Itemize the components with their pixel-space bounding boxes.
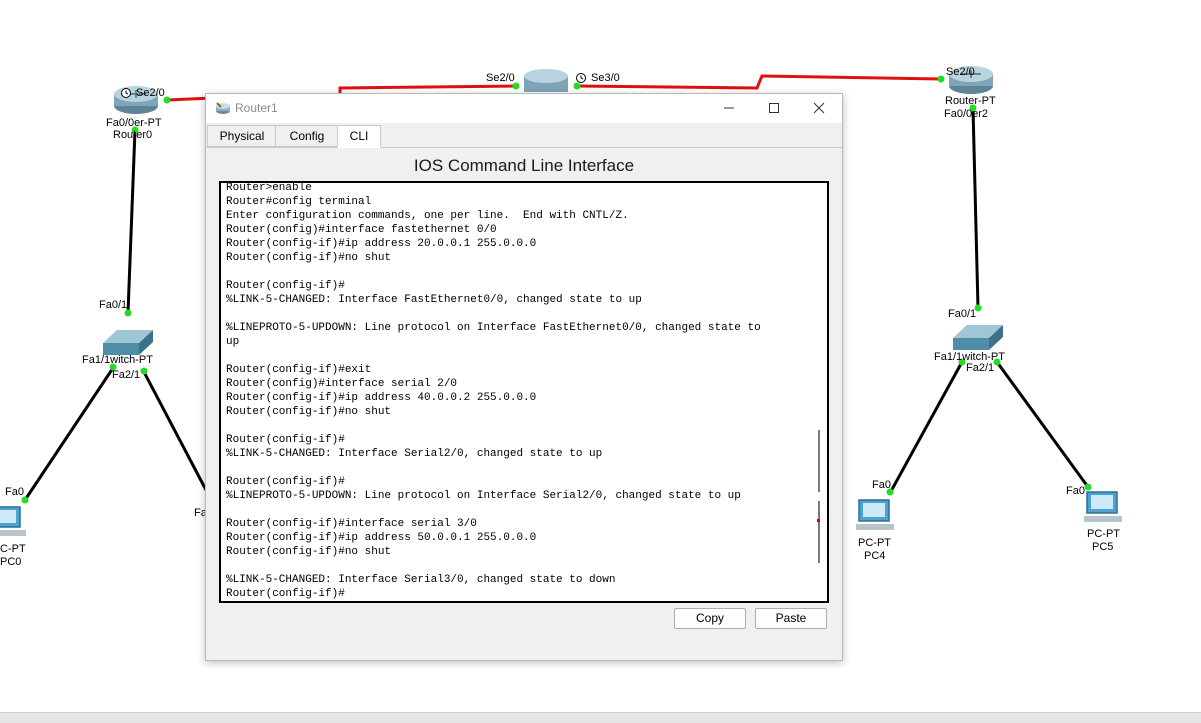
cli-line: %LINK-5-CHANGED: Interface FastEthernet0… bbox=[226, 294, 642, 306]
maximize-icon bbox=[768, 101, 780, 117]
cli-line: %LINEPROTO-5-UPDOWN: Line protocol on In… bbox=[226, 322, 761, 334]
cli-line: Router(config-if)# bbox=[226, 280, 345, 292]
ethernet-link-switch0-pc0[interactable] bbox=[23, 367, 115, 501]
cli-line: Router(config-if)# bbox=[226, 476, 345, 488]
ethernet-link-router2-switch1[interactable] bbox=[971, 107, 980, 309]
copy-button[interactable]: Copy bbox=[674, 608, 746, 629]
status-bar bbox=[0, 712, 1201, 723]
switch1-icon[interactable] bbox=[953, 325, 1003, 350]
device-type-label: PC-PT bbox=[858, 537, 891, 549]
tab-bar: Physical Config CLI bbox=[206, 125, 842, 148]
cli-line: Router(config)#interface fastethernet 0/… bbox=[226, 224, 497, 236]
port-up-dot bbox=[573, 82, 581, 90]
cli-line: Router>enable bbox=[226, 182, 312, 194]
cli-terminal[interactable]: Router>enable Router#config terminal Enter… bbox=[219, 181, 829, 603]
device-name-label: PC0 bbox=[0, 556, 22, 568]
window-title: Router1 bbox=[235, 101, 278, 115]
cli-line: Router(config-if)# bbox=[226, 588, 345, 600]
router1-dialog[interactable]: Router1 Physical Config CLI IOS Command … bbox=[205, 93, 843, 661]
cli-line bbox=[226, 503, 761, 517]
pc5-icon[interactable] bbox=[1084, 491, 1122, 522]
port-up-dot bbox=[1084, 483, 1092, 491]
port-label: Se2/0 bbox=[946, 66, 975, 78]
device-name-label: Fa1/1witch-PT bbox=[82, 354, 153, 366]
port-label: Fa0/0er2 bbox=[944, 108, 989, 120]
cli-line: Router(config-if)#ip address 50.0.0.1 25… bbox=[226, 532, 537, 544]
cli-line: Router(config-if)#interface serial 3/0 bbox=[226, 518, 477, 530]
port-up-dot bbox=[937, 75, 945, 83]
serial-link-router1-router2[interactable] bbox=[576, 74, 942, 90]
scroll-marker bbox=[817, 519, 820, 522]
port-label: Fa0 bbox=[5, 486, 24, 498]
port-label: Fa0/1 bbox=[948, 308, 977, 320]
tab-physical[interactable]: Physical bbox=[207, 125, 277, 147]
close-icon bbox=[813, 101, 825, 117]
cli-line: Router#config terminal bbox=[226, 196, 372, 208]
port-label: Se2/0 bbox=[486, 72, 515, 84]
ethernet-link-switch0-pc1[interactable] bbox=[142, 371, 208, 491]
ethernet-link-router0-switch0[interactable] bbox=[126, 129, 137, 314]
router1-icon[interactable] bbox=[524, 69, 568, 92]
cli-line bbox=[226, 307, 761, 321]
cli-line: Router(config-if)#exit bbox=[226, 364, 372, 376]
maximize-button[interactable] bbox=[751, 94, 797, 123]
cli-line: Router(config-if)# bbox=[226, 434, 345, 446]
port-label: Fa2/1 bbox=[966, 362, 995, 374]
minimize-button[interactable] bbox=[706, 94, 752, 123]
cli-line bbox=[226, 265, 761, 279]
cli-line bbox=[226, 559, 761, 573]
device-name-label: PC5 bbox=[1092, 541, 1114, 553]
port-label: Fa0/1 bbox=[99, 299, 128, 311]
title-bar[interactable]: Router1 bbox=[206, 94, 842, 123]
terminal-scrollbar[interactable] bbox=[817, 183, 821, 601]
tab-config[interactable]: Config bbox=[275, 125, 339, 147]
cli-line: Router(config-if)#ip address 20.0.0.1 25… bbox=[226, 238, 537, 250]
device-name-label: Router0 bbox=[113, 129, 153, 141]
port-label: Fa0/0er-PT bbox=[106, 117, 162, 129]
pc4-icon[interactable] bbox=[856, 499, 894, 530]
cli-line bbox=[226, 461, 761, 475]
scrollbar-thumb[interactable] bbox=[818, 430, 820, 492]
minimize-icon bbox=[723, 101, 735, 117]
scrollbar-thumb[interactable] bbox=[818, 501, 820, 563]
cli-heading: IOS Command Line Interface bbox=[413, 156, 635, 175]
cli-line: Router(config-if)#ip address 40.0.0.2 25… bbox=[226, 392, 537, 404]
device-type-label: Router-PT bbox=[945, 95, 996, 107]
port-up-dot bbox=[140, 367, 148, 375]
paste-button[interactable]: Paste bbox=[755, 608, 827, 629]
cli-panel: IOS Command Line Interface Router>enable… bbox=[206, 148, 842, 660]
clock-icon bbox=[576, 73, 586, 83]
cli-line: Router(config-if)#no shut bbox=[226, 406, 392, 418]
cli-line bbox=[226, 349, 761, 363]
cli-line: Router(config)#interface serial 2/0 bbox=[226, 378, 458, 390]
port-label: Se2/0 bbox=[136, 87, 165, 99]
tab-cli[interactable]: CLI bbox=[337, 125, 381, 148]
switch0-icon[interactable] bbox=[103, 330, 153, 355]
cli-line: up bbox=[226, 336, 240, 348]
cli-line: Router(config-if)#no shut bbox=[226, 546, 392, 558]
cli-line: %LINK-5-CHANGED: Interface Serial3/0, ch… bbox=[226, 574, 616, 586]
port-label: Fa0 bbox=[872, 479, 891, 491]
clock-icon bbox=[121, 88, 131, 98]
ethernet-link-switch1-pc5[interactable] bbox=[995, 361, 1090, 488]
device-type-label: C-PT bbox=[0, 543, 26, 555]
port-label: Se3/0 bbox=[591, 72, 620, 84]
cli-line: %LINK-5-CHANGED: Interface Serial2/0, ch… bbox=[226, 448, 603, 460]
device-name-label: PC4 bbox=[864, 550, 886, 562]
cli-line: Router(config-if)#no shut bbox=[226, 252, 392, 264]
device-type-label: PC-PT bbox=[1087, 528, 1120, 540]
port-label: Fa0 bbox=[1066, 485, 1085, 497]
router-icon bbox=[215, 100, 231, 116]
cli-line bbox=[226, 419, 761, 433]
close-button[interactable] bbox=[796, 94, 842, 123]
ethernet-link-switch1-pc4[interactable] bbox=[888, 361, 964, 494]
cli-line: Enter configuration commands, one per li… bbox=[226, 210, 629, 222]
serial-link-router1-left[interactable] bbox=[338, 84, 517, 93]
pc0-icon[interactable] bbox=[0, 506, 26, 536]
port-label: Fa2/1 bbox=[112, 369, 141, 381]
cli-output: Router>enable Router#config terminal Enter… bbox=[226, 182, 761, 601]
cli-line: %LINEPROTO-5-UPDOWN: Line protocol on In… bbox=[226, 490, 741, 502]
